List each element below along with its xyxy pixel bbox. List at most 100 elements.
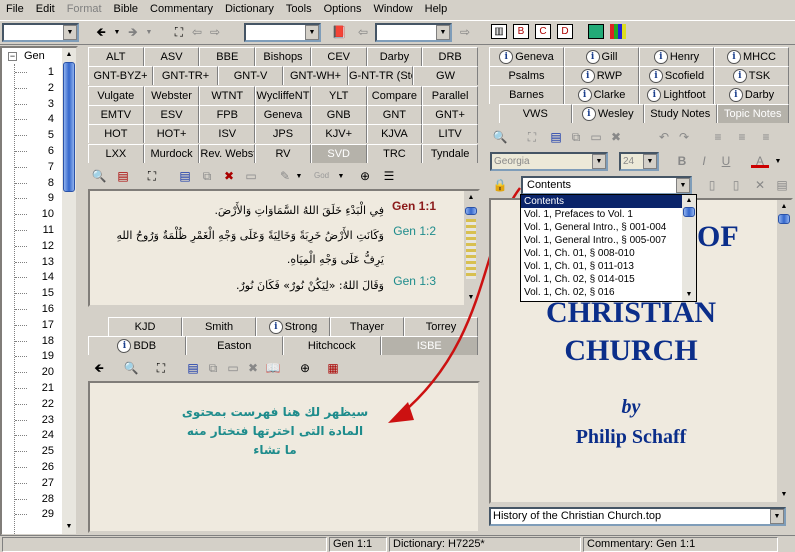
paste-icon[interactable]: ▭ — [224, 360, 242, 377]
tab-lxx[interactable]: LXX — [88, 143, 144, 163]
tab-compare[interactable]: Compare — [366, 85, 423, 105]
redo-icon[interactable]: ↷ — [675, 129, 693, 146]
tree-chapter[interactable]: 21 — [10, 381, 56, 396]
pencil-dropdown-icon[interactable]: ▼ — [290, 168, 308, 185]
menu-dictionary[interactable]: Dictionary — [219, 0, 280, 19]
tree-chapter[interactable]: 20 — [10, 365, 56, 380]
tree-scrollbar[interactable]: ▲ ▼ — [62, 48, 76, 534]
binoculars-icon[interactable]: ⛶ — [170, 24, 188, 41]
book-icon[interactable]: 📕 — [330, 24, 348, 41]
tab-bishops[interactable]: Bishops — [255, 47, 311, 66]
menu-edit[interactable]: Edit — [30, 0, 61, 19]
tree-chapter[interactable]: 4 — [10, 112, 56, 127]
tab-strong[interactable]: i Strong — [256, 317, 330, 336]
tab-darby[interactable]: i Darby — [714, 85, 789, 104]
tab-study-notes[interactable]: Study Notes — [644, 104, 717, 123]
tree-chapter[interactable]: 28 — [10, 492, 56, 507]
tab-scofield[interactable]: i Scofield — [639, 66, 714, 85]
picture-icon[interactable] — [588, 24, 604, 39]
doc-icon[interactable]: ▤ — [184, 360, 202, 377]
tab-kjv-[interactable]: KJV+ — [310, 124, 367, 144]
undo-icon[interactable]: ↶ — [655, 129, 673, 146]
books-icon[interactable] — [610, 24, 626, 39]
zoom-icon[interactable]: ⊕ — [296, 360, 314, 377]
lock-icon[interactable]: 🔒 — [491, 177, 509, 194]
bookmark-back-icon[interactable]: ⇦ — [354, 24, 372, 41]
tree-chapter[interactable]: 6 — [10, 144, 56, 159]
tab-wtnt[interactable]: WTNT — [199, 85, 256, 105]
tree-chapter[interactable]: 2 — [10, 81, 56, 96]
dropdown-scrollbar[interactable]: ▲ ▼ — [682, 195, 696, 301]
doc-icon[interactable]: ▤ — [547, 129, 565, 146]
font-combo[interactable]: Georgia ▼ — [490, 152, 608, 171]
tab-kjva[interactable]: KJVA — [366, 124, 423, 144]
tab-esv[interactable]: ESV — [143, 104, 200, 124]
scroll-up-icon[interactable]: ▲ — [682, 195, 696, 207]
zoom-icon[interactable]: ⊕ — [356, 168, 374, 185]
window-b-icon[interactable]: ▥ — [491, 24, 507, 39]
tab-isv[interactable]: ISV — [199, 124, 256, 144]
tab-gnb[interactable]: GNB — [310, 104, 367, 124]
tab-g-nt-tr-steph-[interactable]: G-NT-TR (Steph)+ — [348, 66, 413, 86]
contents-dropdown-list[interactable]: Contents Vol. 1, Prefaces to Vol. 1 Vol. 1… — [520, 194, 697, 302]
tab-gnt-v[interactable]: GNT-V — [218, 66, 283, 86]
dropdown-option[interactable]: Vol. 1, Ch. 02, § 016 — [521, 286, 683, 299]
tab-tyndale[interactable]: Tyndale — [422, 143, 478, 163]
menu-bible[interactable]: Bible — [108, 0, 144, 19]
tree-chapter[interactable]: 26 — [10, 460, 56, 475]
tab-trc[interactable]: TRC — [366, 143, 423, 163]
font-color-icon[interactable]: A — [751, 153, 769, 168]
tree-chapter[interactable]: 16 — [10, 302, 56, 317]
copy-icon[interactable]: ⧉ — [204, 360, 222, 377]
new-doc-icon[interactable]: ▯ — [703, 177, 721, 194]
chevron-down-icon[interactable]: ▼ — [643, 154, 657, 169]
tree-chapter[interactable]: 25 — [10, 444, 56, 459]
tab-hitchcock[interactable]: Hitchcock — [283, 336, 381, 355]
tree-chapter[interactable]: 23 — [10, 413, 56, 428]
window-b-button[interactable]: B — [513, 24, 529, 39]
bookmark-combo[interactable]: ▼ — [375, 23, 452, 42]
chevron-down-icon[interactable]: ▼ — [436, 25, 450, 40]
tab-gw[interactable]: GW — [413, 66, 478, 86]
scroll-thumb[interactable] — [63, 62, 75, 192]
tab-rwp[interactable]: i RWP — [564, 66, 639, 85]
close-icon[interactable]: ✕ — [751, 177, 769, 194]
search-page-icon[interactable]: 🔍 — [122, 360, 140, 377]
tab-topic-notes[interactable]: Topic Notes — [716, 104, 789, 123]
tab-kjd[interactable]: KJD — [108, 317, 182, 336]
tree-chapter[interactable]: 12 — [10, 239, 56, 254]
align-right-icon[interactable]: ≡ — [757, 129, 775, 146]
copy-icon[interactable]: ⧉ — [198, 168, 216, 185]
tab-parallel[interactable]: Parallel — [422, 85, 478, 105]
tab-hot-[interactable]: HOT+ — [143, 124, 200, 144]
tree-chapter[interactable]: 15 — [10, 286, 56, 301]
tab-bbe[interactable]: BBE — [199, 47, 256, 66]
chevron-down-icon[interactable]: ▼ — [676, 178, 690, 193]
menu-file[interactable]: File — [0, 0, 30, 19]
tab-lightfoot[interactable]: i Lightfoot — [639, 85, 714, 104]
next-icon[interactable]: ⇨ — [206, 24, 224, 41]
dropdown-option[interactable]: Vol. 1, Prefaces to Vol. 1 — [521, 208, 683, 221]
print-icon[interactable]: ▤ — [114, 168, 132, 185]
scroll-up-icon[interactable]: ▲ — [62, 48, 76, 62]
scroll-down-icon[interactable]: ▼ — [777, 488, 791, 502]
tree-chapter[interactable]: 24 — [10, 428, 56, 443]
dropdown-option[interactable]: Contents — [521, 195, 683, 208]
tab-litv[interactable]: LITV — [422, 124, 478, 144]
tree-expander[interactable]: − — [8, 52, 17, 61]
back-arrow-icon[interactable]: 🡸 — [90, 360, 108, 377]
copy-icon[interactable]: ⧉ — [567, 129, 585, 146]
tab-gill[interactable]: i Gill — [564, 47, 639, 66]
tree-chapter[interactable]: 14 — [10, 270, 56, 285]
tab-asv[interactable]: ASV — [143, 47, 200, 66]
delete-icon[interactable]: ✖ — [220, 168, 238, 185]
tab-emtv[interactable]: EMTV — [88, 104, 144, 124]
color-dropdown-icon[interactable]: ▼ — [769, 153, 787, 170]
tree-chapter[interactable]: 9 — [10, 191, 56, 206]
tab-vulgate[interactable]: Vulgate — [88, 85, 144, 105]
tab-svd[interactable]: SVD — [310, 143, 367, 163]
save-doc-icon[interactable]: ▯ — [727, 177, 745, 194]
tab-geneva[interactable]: Geneva — [255, 104, 311, 124]
tab-vws[interactable]: VWS — [499, 104, 572, 123]
tab-alt[interactable]: ALT — [88, 47, 144, 66]
